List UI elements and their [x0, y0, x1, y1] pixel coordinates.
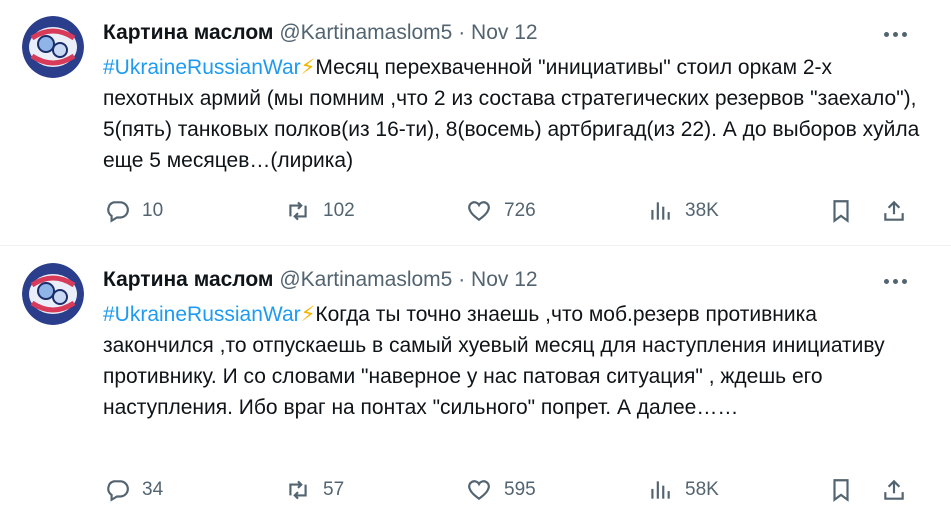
share-icon [884, 479, 904, 500]
tweet-text: #UkraineRussianWar⚡Когда ты точно знаешь… [103, 299, 923, 423]
tweet[interactable]: Картина маслом @Kartinamaslom5 · Nov 12 … [0, 0, 951, 246]
heart-icon [468, 201, 490, 221]
avatar[interactable] [22, 16, 84, 78]
separator-dot: · [458, 21, 466, 44]
hashtag-link[interactable]: #UkraineRussianWar [103, 56, 301, 79]
hashtag-link[interactable]: #UkraineRussianWar [103, 303, 301, 326]
more-icon[interactable] [878, 271, 912, 291]
reply-icon [107, 480, 129, 502]
retweet-button[interactable]: 102 [285, 196, 355, 226]
bookmark-icon [833, 479, 849, 502]
analytics-icon [651, 481, 670, 499]
author-handle[interactable]: @Kartinamaslom5 [279, 21, 452, 44]
retweet-count: 102 [323, 200, 355, 221]
retweet-icon [289, 480, 307, 500]
tweet-feed: Картина маслом @Kartinamaslom5 · Nov 12 … [0, 0, 951, 529]
views-count: 58K [685, 479, 719, 500]
author-handle[interactable]: @Kartinamaslom5 [279, 268, 452, 291]
bookmark-button[interactable] [828, 196, 854, 226]
bookmark-button[interactable] [828, 475, 854, 505]
reply-count: 34 [142, 479, 164, 500]
share-button[interactable] [881, 196, 907, 226]
reply-count: 10 [142, 200, 164, 221]
lightning-emoji: ⚡ [300, 56, 316, 79]
bookmark-icon [833, 200, 849, 223]
views-button[interactable]: 38K [647, 196, 719, 226]
retweet-button[interactable]: 57 [285, 475, 344, 505]
reply-icon [107, 201, 129, 223]
reply-button[interactable]: 34 [104, 475, 163, 505]
lightning-emoji: ⚡ [300, 303, 316, 326]
tweet-text: #UkraineRussianWar⚡Месяц перехваченной "… [103, 52, 923, 176]
share-icon [884, 200, 904, 221]
like-count: 726 [504, 200, 536, 221]
like-count: 595 [504, 479, 536, 500]
tweet-actions: 10 102 726 38K [0, 196, 951, 226]
retweet-icon [289, 201, 307, 221]
tweet-actions: 34 57 595 58K [0, 475, 951, 505]
tweet-header: Картина маслом @Kartinamaslom5 · Nov 12 [103, 266, 538, 294]
tweet-date[interactable]: Nov 12 [471, 268, 538, 291]
more-icon[interactable] [878, 24, 912, 44]
author-name[interactable]: Картина маслом [103, 268, 273, 291]
heart-icon [468, 480, 490, 500]
tweet[interactable]: Картина маслом @Kartinamaslom5 · Nov 12 … [0, 247, 951, 529]
tweet-date[interactable]: Nov 12 [471, 21, 538, 44]
avatar[interactable] [22, 263, 84, 325]
author-name[interactable]: Картина маслом [103, 21, 273, 44]
views-button[interactable]: 58K [647, 475, 719, 505]
retweet-count: 57 [323, 479, 345, 500]
tweet-header: Картина маслом @Kartinamaslom5 · Nov 12 [103, 19, 538, 47]
analytics-icon [651, 202, 670, 220]
reply-button[interactable]: 10 [104, 196, 163, 226]
views-count: 38K [685, 200, 719, 221]
like-button[interactable]: 726 [466, 196, 536, 226]
like-button[interactable]: 595 [466, 475, 536, 505]
share-button[interactable] [881, 475, 907, 505]
separator-dot: · [458, 268, 466, 291]
